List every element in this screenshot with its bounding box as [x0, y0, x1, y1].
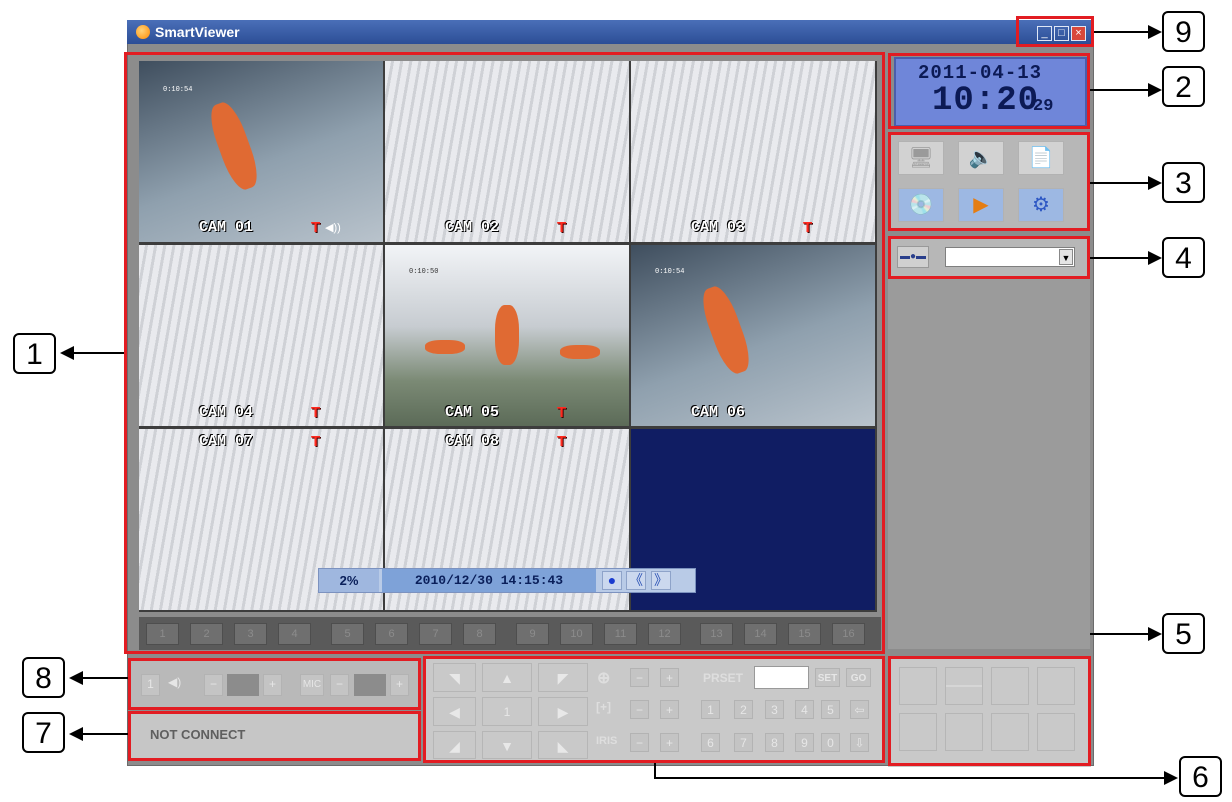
arrow-3-line	[1090, 182, 1150, 184]
app-logo-icon	[136, 25, 150, 39]
arrow-6-line	[654, 777, 1166, 779]
annotation-box-9	[1016, 16, 1094, 47]
arrow-5	[1148, 627, 1162, 641]
arrow-7-line	[81, 733, 128, 735]
callout-1: 1	[13, 333, 56, 374]
arrow-5-line	[1090, 633, 1150, 635]
window-title: SmartViewer	[155, 24, 240, 40]
annotation-box-2	[888, 53, 1090, 129]
callout-3: 3	[1162, 162, 1205, 203]
arrow-6	[1164, 771, 1178, 785]
annotation-box-5	[888, 656, 1091, 766]
arrow-1-line	[72, 352, 124, 354]
annotation-box-6	[423, 656, 885, 763]
annotation-box-1	[124, 52, 885, 654]
annotation-box-3	[888, 132, 1090, 231]
callout-2: 2	[1162, 66, 1205, 107]
arrow-4	[1148, 251, 1162, 265]
arrow-2	[1148, 83, 1162, 97]
callout-7: 7	[22, 712, 65, 753]
arrow-9-line	[1094, 31, 1150, 33]
arrow-8-line	[81, 677, 128, 679]
annotation-box-7	[128, 711, 421, 761]
callout-4: 4	[1162, 237, 1205, 278]
title-bar[interactable]	[127, 20, 1094, 44]
arrow-4-line	[1090, 257, 1150, 259]
arrow-3	[1148, 176, 1162, 190]
annotation-box-8	[128, 658, 421, 710]
side-panel	[888, 279, 1090, 649]
arrow-2-line	[1090, 89, 1150, 91]
callout-6: 6	[1179, 756, 1222, 797]
annotation-box-4	[888, 236, 1090, 279]
arrow-9	[1148, 25, 1162, 39]
callout-9: 9	[1162, 11, 1205, 52]
callout-5: 5	[1162, 613, 1205, 654]
callout-8: 8	[22, 657, 65, 698]
